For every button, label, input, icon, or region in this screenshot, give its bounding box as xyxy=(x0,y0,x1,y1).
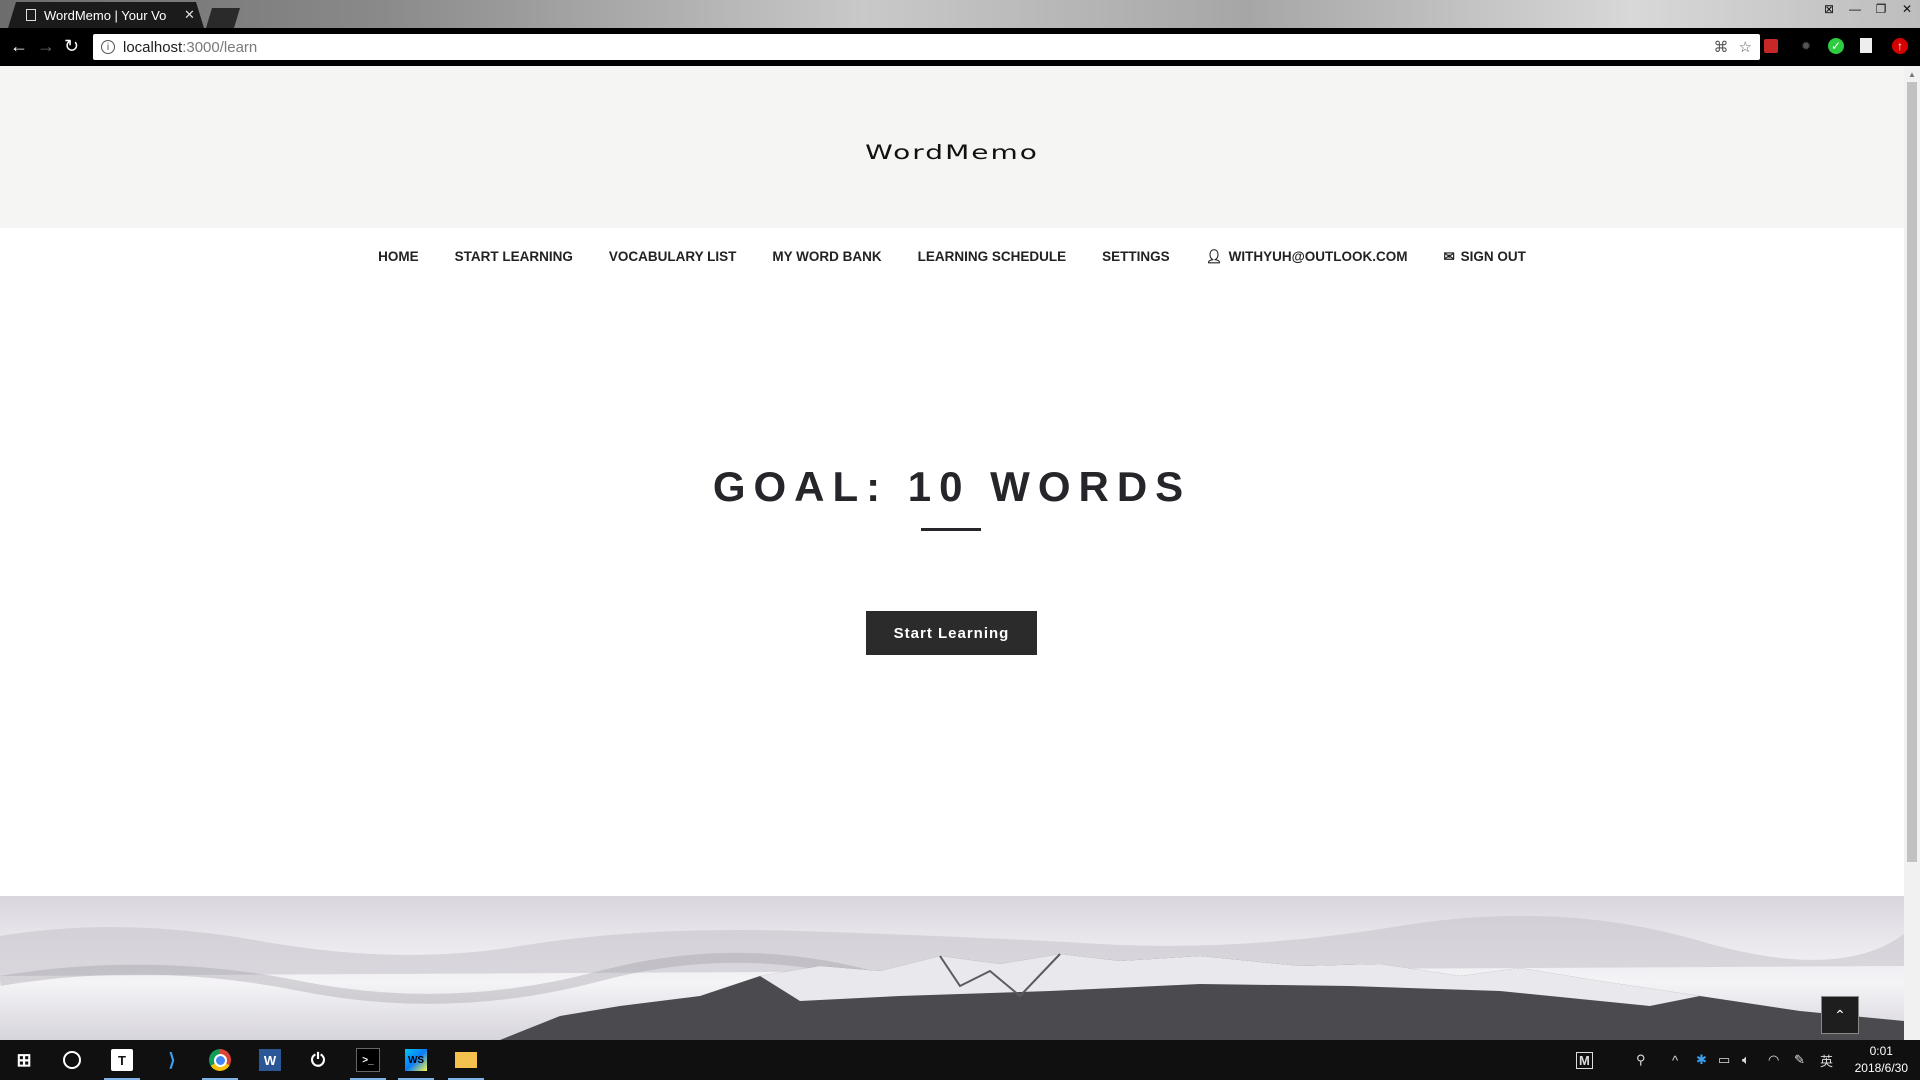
browser-tab[interactable]: WordMemo | Your Vo ✕ xyxy=(8,2,204,28)
tab-title: WordMemo | Your Vo xyxy=(44,7,167,23)
main-nav: HOME START LEARNING VOCABULARY LIST MY W… xyxy=(0,229,1904,285)
nav-account[interactable]: 👤︎ WITHYUH@OUTLOOK.COM xyxy=(1188,229,1426,285)
site-logo[interactable]: WordMemo xyxy=(0,141,1904,164)
close-window-icon[interactable]: ✕ xyxy=(1894,0,1920,18)
extension-upload-icon[interactable]: ↑ xyxy=(1892,38,1908,54)
webstorm-app-icon[interactable]: WS xyxy=(392,1040,440,1080)
tray-battery-icon[interactable]: ▭ xyxy=(1718,1040,1730,1080)
nav-settings[interactable]: SETTINGS xyxy=(1084,229,1188,285)
new-tab-button[interactable] xyxy=(206,8,240,28)
tray-pen-icon[interactable]: ✎ xyxy=(1794,1040,1805,1080)
page-icon xyxy=(26,9,36,21)
chrome-app-icon[interactable] xyxy=(196,1040,244,1080)
site-header: WordMemo xyxy=(0,66,1904,228)
tray-volume-icon[interactable]: 🔈︎ xyxy=(1742,1040,1750,1080)
clock-date: 2018/6/30 xyxy=(1854,1061,1908,1075)
back-icon[interactable]: ← xyxy=(10,36,28,56)
cortana-search-icon[interactable] xyxy=(48,1040,96,1080)
nav-learning-schedule[interactable]: LEARNING SCHEDULE xyxy=(900,229,1085,285)
nav-home[interactable]: HOME xyxy=(360,229,437,285)
tray-show-hidden-icon[interactable]: ^ xyxy=(1672,1040,1678,1080)
comments-icon: ✉︎ xyxy=(1443,249,1455,264)
url-text[interactable]: localhost:3000/learn xyxy=(123,39,257,56)
goal-heading: GOAL: 10 WORDS xyxy=(712,463,1192,510)
extension-gear-icon[interactable]: ✹ xyxy=(1796,36,1816,56)
user-icon: 👤︎ xyxy=(1205,249,1223,264)
forward-icon[interactable]: → xyxy=(37,36,55,56)
os-taskbar: ⊞ T ⟩ W ⏻ >_ WS M ⚲ ^ ✱ ▭ 🔈︎ ◠ ✎ 英 0:01 … xyxy=(0,1040,1920,1080)
power-app-icon[interactable]: ⏻ xyxy=(294,1040,342,1080)
typora-app-icon[interactable]: T xyxy=(98,1040,146,1080)
tray-clock[interactable]: 0:01 2018/6/30 xyxy=(1855,1043,1908,1077)
windows-start-icon[interactable]: ⊞ xyxy=(0,1040,48,1080)
restore-icon[interactable]: ❐ xyxy=(1868,0,1894,18)
extension-gift-icon[interactable] xyxy=(1764,39,1778,53)
tab-close-icon[interactable]: ✕ xyxy=(184,7,195,23)
page-scrollbar[interactable]: ▲ xyxy=(1904,66,1920,1040)
tray-people-icon[interactable]: ⚲ xyxy=(1636,1040,1646,1080)
profile-icon[interactable]: ⊠ xyxy=(1816,0,1842,18)
mountain-banner-image xyxy=(0,896,1904,1040)
window-controls: ⊠ — ❐ ✕ xyxy=(1816,0,1920,18)
address-bar[interactable]: i localhost:3000/learn ⌘ ☆ xyxy=(93,34,1760,60)
browser-toolbar: ← → ↻ i localhost:3000/learn ⌘ ☆ ✹ ✓ ↑ xyxy=(0,28,1920,66)
bookmark-star-icon[interactable]: ☆ xyxy=(1739,38,1752,56)
back-to-top-button[interactable]: ⌃ xyxy=(1821,996,1859,1034)
vscode-app-icon[interactable]: ⟩ xyxy=(148,1040,196,1080)
browser-tab-strip: WordMemo | Your Vo ✕ ⊠ — ❐ ✕ xyxy=(0,0,1920,28)
nav-vocabulary-list[interactable]: VOCABULARY LIST xyxy=(591,229,755,285)
scrollbar-thumb[interactable] xyxy=(1907,82,1917,862)
nav-sign-out[interactable]: ✉︎ SIGN OUT xyxy=(1426,229,1544,285)
tray-m-icon[interactable]: M xyxy=(1576,1040,1593,1080)
tray-bluetooth-icon[interactable]: ✱ xyxy=(1696,1040,1707,1080)
heading-underline xyxy=(921,528,981,531)
tray-wifi-icon[interactable]: ◠ xyxy=(1768,1040,1779,1080)
translate-icon[interactable]: ⌘ xyxy=(1714,38,1729,56)
extension-doc-icon[interactable] xyxy=(1860,38,1872,53)
nav-my-word-bank[interactable]: MY WORD BANK xyxy=(754,229,899,285)
webpage: WordMemo HOME START LEARNING VOCABULARY … xyxy=(0,66,1904,1040)
start-learning-button[interactable]: Start Learning xyxy=(866,611,1037,655)
minimize-icon[interactable]: — xyxy=(1842,0,1868,18)
word-app-icon[interactable]: W xyxy=(246,1040,294,1080)
clock-time: 0:01 xyxy=(1869,1044,1893,1058)
scroll-up-icon[interactable]: ▲ xyxy=(1908,70,1916,79)
nav-start-learning[interactable]: START LEARNING xyxy=(437,229,591,285)
tray-ime-indicator[interactable]: 英 xyxy=(1820,1040,1833,1080)
extension-check-icon[interactable]: ✓ xyxy=(1828,38,1844,54)
file-explorer-icon[interactable] xyxy=(442,1040,490,1080)
site-info-icon[interactable]: i xyxy=(101,40,115,54)
reload-icon[interactable]: ↻ xyxy=(64,36,79,56)
terminal-app-icon[interactable]: >_ xyxy=(344,1040,392,1080)
